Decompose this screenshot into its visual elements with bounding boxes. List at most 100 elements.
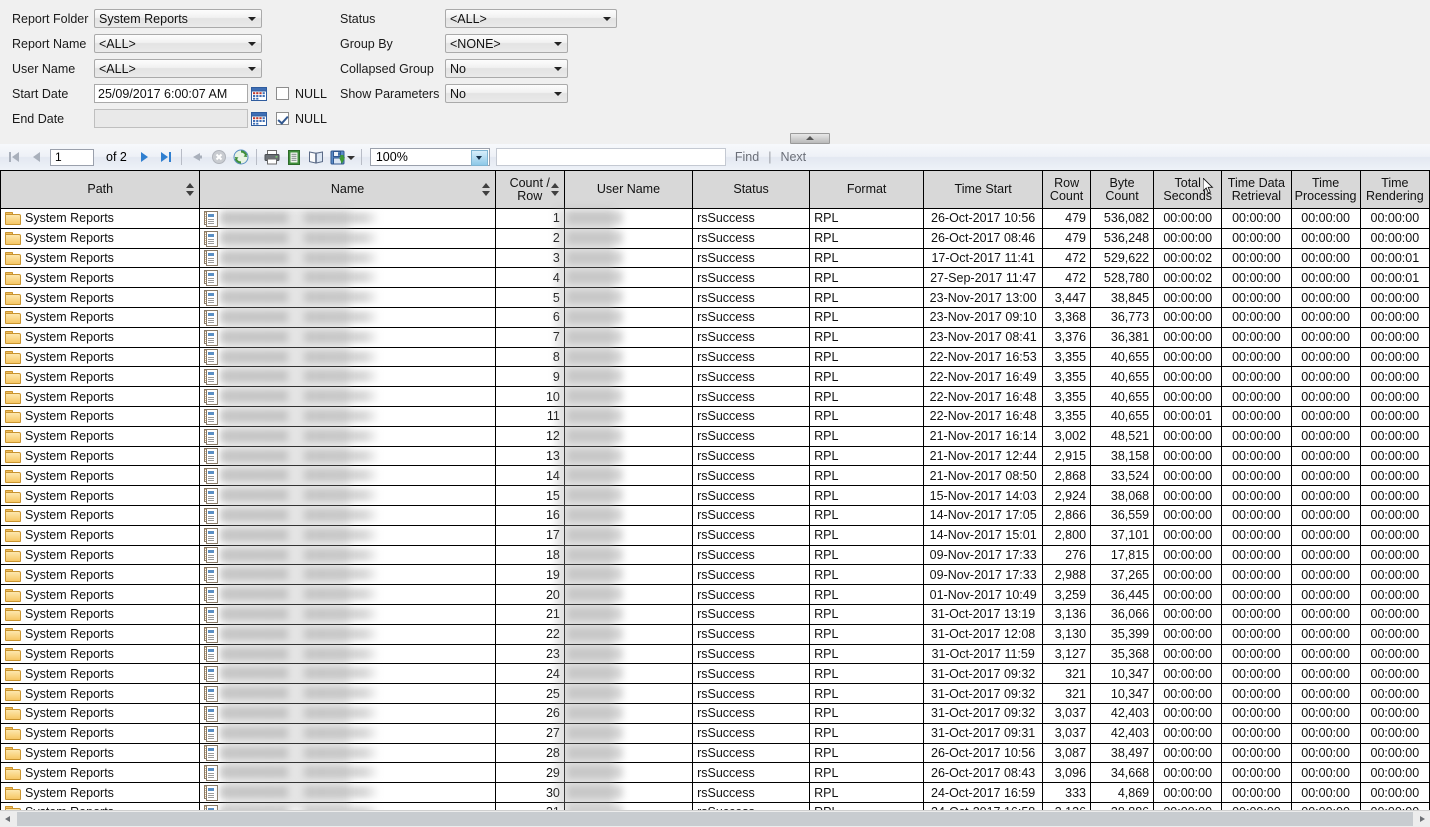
table-row[interactable]: System Reports 9 rsSuccess RPL 22-Nov-2017 1… bbox=[0, 366, 1430, 388]
stop-icon[interactable] bbox=[208, 146, 230, 168]
table-row[interactable]: System Reports 7 rsSuccess RPL 23-Nov-2017 0… bbox=[0, 327, 1430, 348]
scroll-right-button[interactable] bbox=[1414, 812, 1430, 826]
last-page-icon[interactable] bbox=[155, 146, 177, 168]
page-setup-icon[interactable] bbox=[305, 146, 327, 168]
cell-count-row: 17 bbox=[495, 525, 565, 546]
table-row[interactable]: System Reports 17 rsSuccess RPL 14-Nov-2017 … bbox=[0, 525, 1430, 546]
find-input[interactable] bbox=[495, 148, 726, 166]
previous-page-icon[interactable] bbox=[26, 146, 48, 168]
chevron-down-icon[interactable] bbox=[554, 91, 562, 96]
chevron-down-icon[interactable] bbox=[470, 150, 488, 166]
calendar-icon[interactable] bbox=[251, 86, 267, 102]
cell-name bbox=[199, 782, 496, 803]
table-row[interactable]: System Reports 6 rsSuccess RPL 23-Nov-2017 0… bbox=[0, 307, 1430, 328]
cell-status: rsSuccess bbox=[692, 683, 811, 704]
cell-user-name bbox=[564, 406, 694, 427]
table-row[interactable]: System Reports 15 rsSuccess RPL 15-Nov-2017 … bbox=[0, 485, 1430, 506]
table-row[interactable]: System Reports 27 rsSuccess RPL 31-Oct-2017 … bbox=[0, 723, 1430, 744]
table-row[interactable]: System Reports 13 rsSuccess RPL 21-Nov-2017 … bbox=[0, 446, 1430, 467]
parameter-combo-report-name[interactable]: <ALL> bbox=[94, 34, 262, 53]
null-checkbox-start-date[interactable] bbox=[276, 87, 289, 100]
cell-status: rsSuccess bbox=[692, 604, 811, 625]
cell-time-processing: 00:00:00 bbox=[1291, 782, 1361, 803]
report-icon bbox=[204, 567, 219, 584]
scroll-left-button[interactable] bbox=[0, 812, 16, 826]
table-row[interactable]: System Reports 11 rsSuccess RPL 22-Nov-2017 … bbox=[0, 406, 1430, 427]
cell-byte-count: 33,524 bbox=[1090, 465, 1155, 487]
chevron-down-icon[interactable] bbox=[554, 66, 562, 71]
table-row[interactable]: System Reports 4 rsSuccess RPL 27-Sep-2017 1… bbox=[0, 267, 1430, 289]
chevron-down-icon[interactable] bbox=[248, 16, 256, 21]
cell-byte-count: 48,521 bbox=[1090, 426, 1155, 447]
column-header-count-row[interactable]: Count / Row bbox=[495, 170, 565, 209]
table-row[interactable]: System Reports 14 rsSuccess RPL 21-Nov-2017 … bbox=[0, 465, 1430, 487]
parameter-combo-status[interactable]: <ALL> bbox=[445, 9, 617, 28]
scrollbar-thumb[interactable] bbox=[17, 812, 1413, 826]
table-row[interactable]: System Reports 2 rsSuccess RPL 26-Oct-2017 0… bbox=[0, 228, 1430, 249]
next-page-icon[interactable] bbox=[133, 146, 155, 168]
cell-total-seconds: 00:00:00 bbox=[1153, 366, 1223, 388]
table-row[interactable]: System Reports 25 rsSuccess RPL 31-Oct-2017 … bbox=[0, 683, 1430, 704]
table-row[interactable]: System Reports 10 rsSuccess RPL 22-Nov-2017 … bbox=[0, 386, 1430, 407]
chevron-down-icon[interactable] bbox=[554, 41, 562, 46]
null-checkbox-end-date[interactable] bbox=[276, 112, 289, 125]
folder-icon bbox=[5, 746, 21, 760]
table-row[interactable]: System Reports 1 rsSuccess RPL 26-Oct-2017 1… bbox=[0, 208, 1430, 229]
parameter-input-start-date[interactable]: 25/09/2017 6:00:07 AM bbox=[94, 84, 248, 103]
parameter-combo-user-name[interactable]: <ALL> bbox=[94, 59, 262, 78]
sort-toggle-icon[interactable] bbox=[481, 182, 490, 197]
table-row[interactable]: System Reports 23 rsSuccess RPL 31-Oct-2017 … bbox=[0, 644, 1430, 665]
chevron-down-icon[interactable] bbox=[603, 16, 611, 21]
table-row[interactable]: System Reports 3 rsSuccess RPL 17-Oct-2017 1… bbox=[0, 248, 1430, 269]
cell-name bbox=[199, 406, 496, 427]
cell-status: rsSuccess bbox=[692, 485, 811, 506]
export-dropdown-icon[interactable] bbox=[345, 146, 357, 168]
table-row[interactable]: System Reports 26 rsSuccess RPL 31-Oct-2017 … bbox=[0, 703, 1430, 724]
table-row[interactable]: System Reports 16 rsSuccess RPL 14-Nov-2017 … bbox=[0, 505, 1430, 526]
panel-splitter[interactable] bbox=[0, 131, 1430, 145]
table-row[interactable]: System Reports 30 rsSuccess RPL 24-Oct-2017 … bbox=[0, 782, 1430, 803]
table-row[interactable]: System Reports 24 rsSuccess RPL 31-Oct-2017 … bbox=[0, 663, 1430, 685]
folder-icon bbox=[5, 251, 21, 265]
table-row[interactable]: System Reports 28 rsSuccess RPL 26-Oct-2017 … bbox=[0, 743, 1430, 764]
table-row[interactable]: System Reports 20 rsSuccess RPL 01-Nov-2017 … bbox=[0, 584, 1430, 605]
print-layout-icon[interactable] bbox=[283, 146, 305, 168]
collapse-parameters-button[interactable] bbox=[790, 133, 830, 144]
calendar-icon[interactable] bbox=[251, 111, 267, 127]
table-row[interactable]: System Reports 19 rsSuccess RPL 09-Nov-2017 … bbox=[0, 564, 1430, 586]
report-data-grid[interactable]: Path Name Count / Row User Name Status Format… bbox=[0, 170, 1430, 811]
print-icon[interactable] bbox=[261, 146, 283, 168]
column-header-path[interactable]: Path bbox=[0, 170, 201, 209]
table-row[interactable]: System Reports 12 rsSuccess RPL 21-Nov-2017 … bbox=[0, 426, 1430, 447]
column-header-name[interactable]: Name bbox=[199, 170, 496, 209]
cell-time-data-retrieval: 00:00:00 bbox=[1221, 663, 1292, 685]
back-to-parent-report-icon[interactable] bbox=[186, 146, 208, 168]
sort-toggle-icon[interactable] bbox=[186, 182, 195, 197]
zoom-select[interactable]: 100% bbox=[369, 148, 490, 166]
export-icon[interactable] bbox=[327, 146, 345, 168]
horizontal-scrollbar[interactable] bbox=[0, 810, 1430, 827]
table-row[interactable]: System Reports 29 rsSuccess RPL 26-Oct-2017 … bbox=[0, 762, 1430, 784]
parameter-combo-collapsed-group[interactable]: No bbox=[445, 59, 568, 78]
table-row[interactable]: System Reports 5 rsSuccess RPL 23-Nov-2017 1… bbox=[0, 287, 1430, 308]
table-row[interactable]: System Reports 22 rsSuccess RPL 31-Oct-2017 … bbox=[0, 624, 1430, 645]
parameter-combo-group-by[interactable]: <NONE> bbox=[445, 34, 568, 53]
first-page-icon[interactable] bbox=[4, 146, 26, 168]
find-button[interactable]: Find bbox=[735, 150, 759, 164]
cell-count-row: 25 bbox=[495, 683, 565, 704]
table-row[interactable]: System Reports 8 rsSuccess RPL 22-Nov-2017 1… bbox=[0, 347, 1430, 368]
parameter-combo-report-folder[interactable]: System Reports bbox=[94, 9, 262, 28]
chevron-down-icon[interactable] bbox=[248, 66, 256, 71]
table-row[interactable]: System Reports 18 rsSuccess RPL 09-Nov-2017 … bbox=[0, 545, 1430, 566]
parameter-input-end-date[interactable] bbox=[94, 109, 248, 128]
refresh-icon[interactable] bbox=[230, 146, 252, 168]
sort-toggle-icon[interactable] bbox=[550, 182, 559, 197]
table-row[interactable]: System Reports 21 rsSuccess RPL 31-Oct-2017 … bbox=[0, 604, 1430, 625]
parameter-label-status: Status bbox=[340, 11, 376, 26]
find-next-button[interactable]: Next bbox=[780, 150, 806, 164]
chevron-down-icon[interactable] bbox=[248, 41, 256, 46]
parameter-row-end-date: End Date NULL bbox=[12, 106, 327, 131]
current-page-input[interactable]: 1 bbox=[50, 148, 94, 166]
parameter-combo-show-parameters[interactable]: No bbox=[445, 84, 568, 103]
cell-total-seconds: 00:00:00 bbox=[1153, 703, 1223, 724]
